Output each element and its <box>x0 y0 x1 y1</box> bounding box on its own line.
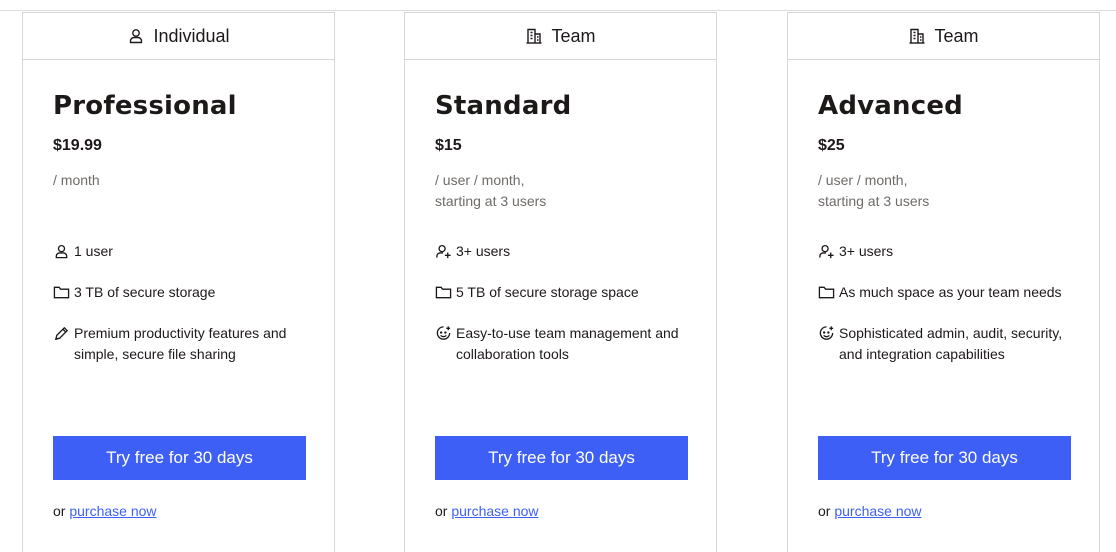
person-plus-icon <box>435 243 452 260</box>
card-category-label: Team <box>934 25 979 46</box>
try-free-button[interactable]: Try free for 30 days <box>53 436 306 480</box>
purchase-now-link[interactable]: purchase now <box>69 503 156 519</box>
purchase-now-link[interactable]: purchase now <box>834 503 921 519</box>
top-divider <box>0 10 1116 11</box>
purchase-row: or purchase now <box>53 503 157 519</box>
feature-text: Sophisticated admin, audit, security, an… <box>839 325 1063 362</box>
feature-list: 3+ users As much space as your team need… <box>818 241 1078 385</box>
purchase-prefix: or <box>53 503 66 519</box>
feature-list: 1 user 3 TB of secure storage Premium pr… <box>53 241 313 385</box>
card-category-header: Team <box>405 13 716 60</box>
building-icon <box>908 27 926 45</box>
person-icon <box>53 243 70 260</box>
plan-card-professional: Individual Professional $19.99 / month 1… <box>22 12 335 552</box>
feature-text: Easy-to-use team management and collabor… <box>456 325 679 362</box>
purchase-prefix: or <box>818 503 831 519</box>
feature-item: Easy-to-use team management and collabor… <box>435 323 695 365</box>
purchase-now-link[interactable]: purchase now <box>451 503 538 519</box>
purchase-row: or purchase now <box>818 503 922 519</box>
feature-list: 3+ users 5 TB of secure storage space Ea… <box>435 241 695 385</box>
plan-price: $25 <box>818 137 845 154</box>
feature-item: Sophisticated admin, audit, security, an… <box>818 323 1078 365</box>
folder-icon <box>53 284 70 301</box>
try-free-button[interactable]: Try free for 30 days <box>435 436 688 480</box>
plan-card-advanced: Team Advanced $25 / user / month, starti… <box>787 12 1100 552</box>
plan-period-line2: starting at 3 users <box>818 193 930 209</box>
person-icon <box>127 27 145 45</box>
feature-item: 3+ users <box>435 241 695 262</box>
plan-period-line1: / user / month, <box>818 172 908 188</box>
plan-period-line2: starting at 3 users <box>435 193 547 209</box>
plan-period-line1: / user / month, <box>435 172 525 188</box>
card-category-label: Individual <box>153 25 230 46</box>
plan-period: / user / month, starting at 3 users <box>818 170 1078 212</box>
plan-card-standard: Team Standard $15 / user / month, starti… <box>404 12 717 552</box>
plan-price: $19.99 <box>53 137 102 154</box>
card-category-header: Team <box>788 13 1099 60</box>
plan-period: / user / month, starting at 3 users <box>435 170 695 212</box>
pencil-icon <box>53 325 70 342</box>
feature-item: 3+ users <box>818 241 1078 262</box>
feature-text: 3 TB of secure storage <box>74 284 216 300</box>
plan-name: Advanced <box>818 91 963 121</box>
try-free-button[interactable]: Try free for 30 days <box>818 436 1071 480</box>
plan-name: Standard <box>435 91 572 121</box>
card-category-label: Team <box>551 25 596 46</box>
smiley-icon <box>818 325 835 342</box>
feature-text: As much space as your team needs <box>839 284 1062 300</box>
feature-text: Premium productivity features and simple… <box>74 325 287 362</box>
plan-period-line1: / month <box>53 172 100 188</box>
folder-icon <box>435 284 452 301</box>
feature-item: 1 user <box>53 241 313 262</box>
feature-text: 3+ users <box>839 243 894 259</box>
plan-price: $15 <box>435 137 462 154</box>
smiley-icon <box>435 325 452 342</box>
feature-item: 5 TB of secure storage space <box>435 282 695 303</box>
person-plus-icon <box>818 243 835 260</box>
purchase-prefix: or <box>435 503 448 519</box>
feature-item: 3 TB of secure storage <box>53 282 313 303</box>
folder-icon <box>818 284 835 301</box>
purchase-row: or purchase now <box>435 503 539 519</box>
feature-item: As much space as your team needs <box>818 282 1078 303</box>
feature-text: 1 user <box>74 243 113 259</box>
feature-text: 3+ users <box>456 243 511 259</box>
card-category-header: Individual <box>23 13 334 60</box>
feature-item: Premium productivity features and simple… <box>53 323 313 365</box>
feature-text: 5 TB of secure storage space <box>456 284 639 300</box>
plan-name: Professional <box>53 91 237 121</box>
plan-period: / month <box>53 170 313 191</box>
building-icon <box>525 27 543 45</box>
